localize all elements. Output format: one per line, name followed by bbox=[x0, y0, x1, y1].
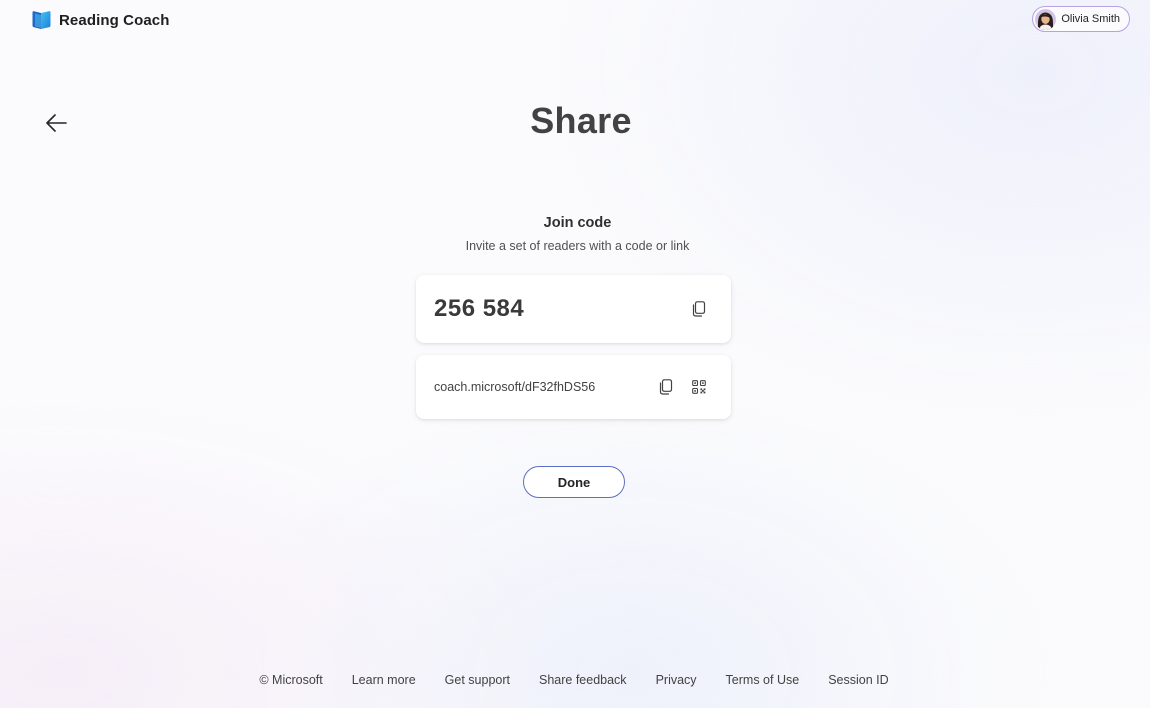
join-code-title: Join code bbox=[543, 215, 612, 231]
footer: © Microsoft Learn more Get support Share… bbox=[0, 673, 1148, 687]
user-account-button[interactable]: Olivia Smith bbox=[1032, 6, 1130, 32]
page-title: Share bbox=[530, 100, 632, 141]
user-name: Olivia Smith bbox=[1061, 13, 1120, 25]
join-code-value: 256 584 bbox=[434, 295, 525, 322]
footer-link-learn-more[interactable]: Learn more bbox=[352, 673, 416, 687]
copy-icon bbox=[692, 301, 706, 317]
done-button[interactable]: Done bbox=[523, 466, 625, 498]
show-qr-code-button[interactable] bbox=[688, 376, 710, 398]
footer-link-privacy[interactable]: Privacy bbox=[656, 673, 697, 687]
join-link-value: coach.microsoft/dF32fhDS56 bbox=[434, 380, 596, 394]
join-code-subtitle: Invite a set of readers with a code or l… bbox=[465, 239, 690, 253]
app-brand[interactable]: Reading Coach bbox=[31, 9, 169, 31]
copy-code-button[interactable] bbox=[688, 298, 710, 320]
join-link-card: coach.microsoft/dF32fhDS56 bbox=[416, 355, 731, 419]
copy-icon bbox=[659, 379, 673, 395]
copy-link-button[interactable] bbox=[655, 376, 677, 398]
footer-link-terms-of-use[interactable]: Terms of Use bbox=[726, 673, 800, 687]
book-logo-icon bbox=[32, 11, 51, 29]
footer-link-get-support[interactable]: Get support bbox=[445, 673, 510, 687]
footer-link-share-feedback[interactable]: Share feedback bbox=[539, 673, 627, 687]
qr-code-icon bbox=[692, 380, 706, 394]
join-code-card: 256 584 bbox=[416, 275, 731, 343]
footer-link-session-id[interactable]: Session ID bbox=[828, 673, 888, 687]
app-name: Reading Coach bbox=[59, 11, 170, 29]
footer-copyright: © Microsoft bbox=[259, 673, 323, 687]
user-avatar bbox=[1035, 8, 1057, 30]
